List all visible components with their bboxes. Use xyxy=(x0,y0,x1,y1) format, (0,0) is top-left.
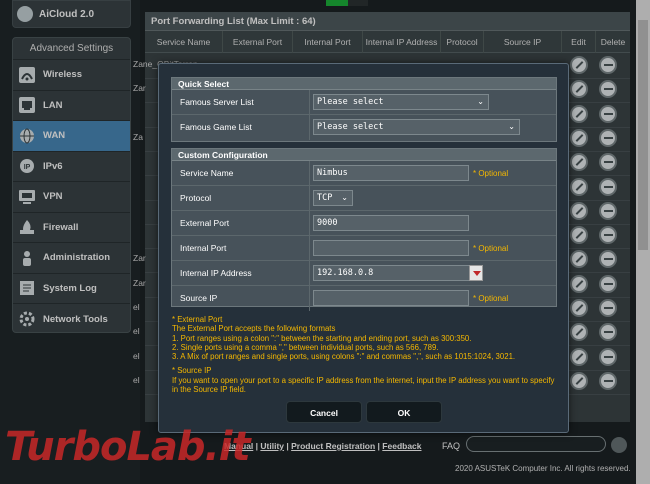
famous-server-select[interactable]: Please select ⌄ xyxy=(313,94,489,110)
service-name-row: Service Name Nimbus * Optional xyxy=(172,161,556,186)
famous-server-row: Famous Server List Please select ⌄ xyxy=(172,90,556,115)
watermark-logo: TurboLab.it xyxy=(5,424,251,470)
protocol-select[interactable]: TCP ⌄ xyxy=(313,190,353,206)
protocol-label: Protocol xyxy=(180,193,212,203)
external-port-input[interactable]: 9000 xyxy=(313,215,469,231)
note-line: The External Port accepts the following … xyxy=(172,324,336,334)
note-line: in the Source IP field. xyxy=(172,385,246,395)
famous-game-row: Famous Game List Please select ⌄ xyxy=(172,115,556,140)
custom-config-title: Custom Configuration xyxy=(172,149,556,161)
source-ip-row: Source IP * Optional xyxy=(172,286,556,311)
source-ip-label: Source IP xyxy=(180,293,218,303)
internal-ip-value: 192.168.0.8 xyxy=(317,268,374,278)
quick-select-title: Quick Select xyxy=(172,78,556,90)
famous-game-value: Please select xyxy=(317,122,384,132)
note-line: 1. Port ranges using a colon ":" between… xyxy=(172,333,472,343)
note-line: 3. A Mix of port ranges and single ports… xyxy=(172,352,516,362)
service-name-input[interactable]: Nimbus xyxy=(313,165,469,181)
note-line: If you want to open your port to a speci… xyxy=(172,375,555,385)
internal-port-input[interactable] xyxy=(313,240,469,256)
internal-ip-row: Internal IP Address 192.168.0.8 xyxy=(172,261,556,286)
famous-server-label: Famous Server List xyxy=(180,97,254,107)
optional-hint: * Optional xyxy=(473,244,509,253)
chevron-down-icon: ⌄ xyxy=(508,122,515,131)
internal-port-label: Internal Port xyxy=(180,243,227,253)
service-name-label: Service Name xyxy=(180,168,234,178)
optional-hint: * Optional xyxy=(473,294,509,303)
internal-port-row: Internal Port * Optional xyxy=(172,236,556,261)
port-forward-dialog: Quick Select Famous Server List Please s… xyxy=(158,63,569,433)
optional-hint: * Optional xyxy=(473,169,509,178)
external-port-row: External Port 9000 xyxy=(172,211,556,236)
quick-select-section: Quick Select Famous Server List Please s… xyxy=(171,77,557,142)
note-line: * Source IP xyxy=(172,366,212,376)
note-line: * External Port xyxy=(172,315,223,324)
custom-config-section: Custom Configuration Service Name Nimbus… xyxy=(171,148,557,311)
protocol-value: TCP xyxy=(317,193,333,203)
ip-dropdown-icon[interactable] xyxy=(469,265,483,281)
famous-server-value: Please select xyxy=(317,97,384,107)
cancel-button[interactable]: Cancel xyxy=(286,401,362,423)
internal-ip-input[interactable]: 192.168.0.8 xyxy=(313,265,483,281)
ok-button[interactable]: OK xyxy=(366,401,442,423)
internal-ip-label: Internal IP Address xyxy=(180,268,252,278)
external-port-label: External Port xyxy=(180,218,230,228)
protocol-row: Protocol TCP ⌄ xyxy=(172,186,556,211)
famous-game-select[interactable]: Please select ⌄ xyxy=(313,119,520,135)
chevron-down-icon: ⌄ xyxy=(341,193,348,202)
chevron-down-icon: ⌄ xyxy=(477,97,484,106)
source-ip-input[interactable] xyxy=(313,290,469,306)
help-notes: * External Port The External Port accept… xyxy=(172,315,557,394)
famous-game-label: Famous Game List xyxy=(180,122,252,132)
note-line: 2. Single ports using a comma "," betwee… xyxy=(172,342,439,352)
